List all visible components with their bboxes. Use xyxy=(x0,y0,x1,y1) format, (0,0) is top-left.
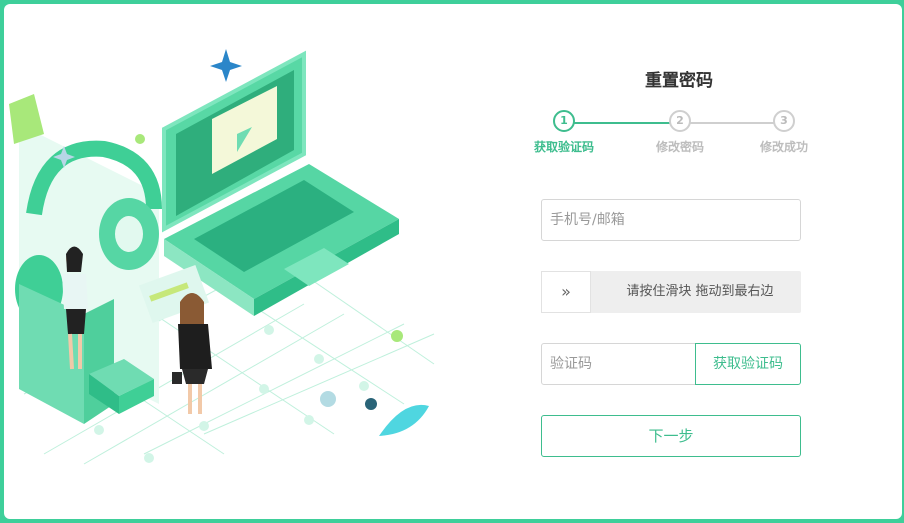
step-change-password: 2 修改密码 xyxy=(640,110,720,155)
slider-captcha[interactable]: » 请按住滑块 拖动到最右边 xyxy=(541,271,801,313)
verification-code-input[interactable]: 验证码 xyxy=(541,343,697,385)
page-title: 重置密码 xyxy=(645,71,713,91)
reset-password-card: 重置密码 1 获取验证码 2 修改密码 3 修改成功 手机号/邮箱 » 请按住滑… xyxy=(4,4,902,519)
laptop-video-illustration xyxy=(9,49,435,465)
code-input-placeholder: 验证码 xyxy=(550,356,592,372)
step-get-code: 1 获取验证码 xyxy=(524,110,604,155)
step-number: 2 xyxy=(669,110,691,132)
progress-steps: 1 获取验证码 2 修改密码 3 修改成功 xyxy=(524,110,824,170)
step-label: 修改密码 xyxy=(655,140,704,154)
slider-hint: 请按住滑块 拖动到最右边 xyxy=(626,284,774,299)
step-success: 3 修改成功 xyxy=(744,110,824,155)
step-label: 获取验证码 xyxy=(533,140,594,154)
step-number: 3 xyxy=(773,110,795,132)
next-step-button[interactable]: 下一步 xyxy=(541,415,801,457)
step-number: 1 xyxy=(553,110,575,132)
get-code-button[interactable]: 获取验证码 xyxy=(695,343,801,385)
account-input-placeholder: 手机号/邮箱 xyxy=(550,212,625,228)
account-input[interactable]: 手机号/邮箱 xyxy=(541,199,801,241)
double-chevron-right-icon[interactable]: » xyxy=(541,271,591,313)
step-label: 修改成功 xyxy=(759,140,808,154)
